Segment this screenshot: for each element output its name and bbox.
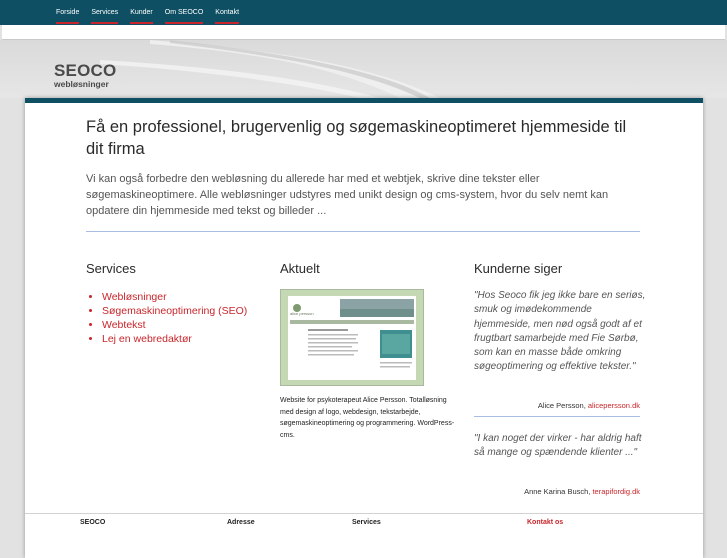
services-link-webtekst[interactable]: Webtekst xyxy=(102,318,247,332)
divider xyxy=(86,231,640,232)
content-card: Få en professionel, brugervenlig og søge… xyxy=(25,98,703,558)
thumbnail-image xyxy=(288,296,416,380)
testimonials-heading: Kunderne siger xyxy=(474,261,563,276)
nav-item-om-seoco[interactable]: Om SEOCO xyxy=(164,0,203,25)
testimonial-link[interactable]: terapifordig.dk xyxy=(592,487,640,496)
top-navigation: Forside Services Kunder Om SEOCO Kontakt xyxy=(0,0,727,25)
intro-text: Vi kan også forbedre den webløsning du a… xyxy=(86,173,609,217)
nav-item-kunder[interactable]: Kunder xyxy=(130,0,153,25)
testimonial-quote: "I kan noget der virker - har aldrig haf… xyxy=(474,433,642,459)
nav-item-forside[interactable]: Forside xyxy=(56,0,80,25)
services-list: Webløsninger Søgemaskineoptimering (SEO)… xyxy=(86,290,247,346)
testimonial-quote: "Hos Seoco fik jeg ikke bare en seriøs, … xyxy=(474,290,646,373)
header-band: SEOCO webløsninger xyxy=(0,40,727,98)
services-heading: Services xyxy=(86,261,136,276)
nav-item-kontakt[interactable]: Kontakt xyxy=(215,0,239,25)
logo-text[interactable]: SEOCO xyxy=(54,61,116,81)
thumbnail-logo-text: alice persson xyxy=(290,311,314,316)
page-headline: Få en professionel, brugervenlig og søge… xyxy=(86,118,627,158)
testimonial-author: Anne Karina Busch, xyxy=(524,487,591,496)
footer-heading-adresse: Adresse xyxy=(227,519,255,526)
services-link-weblosninger[interactable]: Webløsninger xyxy=(102,290,247,304)
news-caption: Website for psykoterapeut Alice Persson.… xyxy=(280,397,455,439)
sub-bar xyxy=(2,25,725,40)
thumbnail-page: alice persson xyxy=(288,296,416,380)
footer-heading-services: Services xyxy=(352,519,381,526)
testimonial-divider xyxy=(474,416,640,417)
footer-divider xyxy=(25,513,703,514)
services-link-webredaktor[interactable]: Lej en webredaktør xyxy=(102,332,247,346)
logo-tagline: webløsninger xyxy=(54,79,109,89)
testimonial-attribution: Anne Karina Busch, terapifordig.dk xyxy=(524,487,640,496)
services-link-seo[interactable]: Søgemaskineoptimering (SEO) xyxy=(102,304,247,318)
news-heading: Aktuelt xyxy=(280,261,320,276)
testimonial-author: Alice Persson, xyxy=(537,401,586,410)
footer-heading-seoco: SEOCO xyxy=(80,519,106,526)
footer-link-kontakt[interactable]: Kontakt os xyxy=(527,519,563,526)
card-top-bar xyxy=(25,98,703,103)
nav-item-services[interactable]: Services xyxy=(91,0,118,25)
testimonial-attribution: Alice Persson, alicepersson.dk xyxy=(538,401,640,410)
nav-menu: Forside Services Kunder Om SEOCO Kontakt xyxy=(56,0,251,25)
website-thumbnail[interactable]: alice persson xyxy=(280,289,424,386)
testimonial-link[interactable]: alicepersson.dk xyxy=(588,401,640,410)
